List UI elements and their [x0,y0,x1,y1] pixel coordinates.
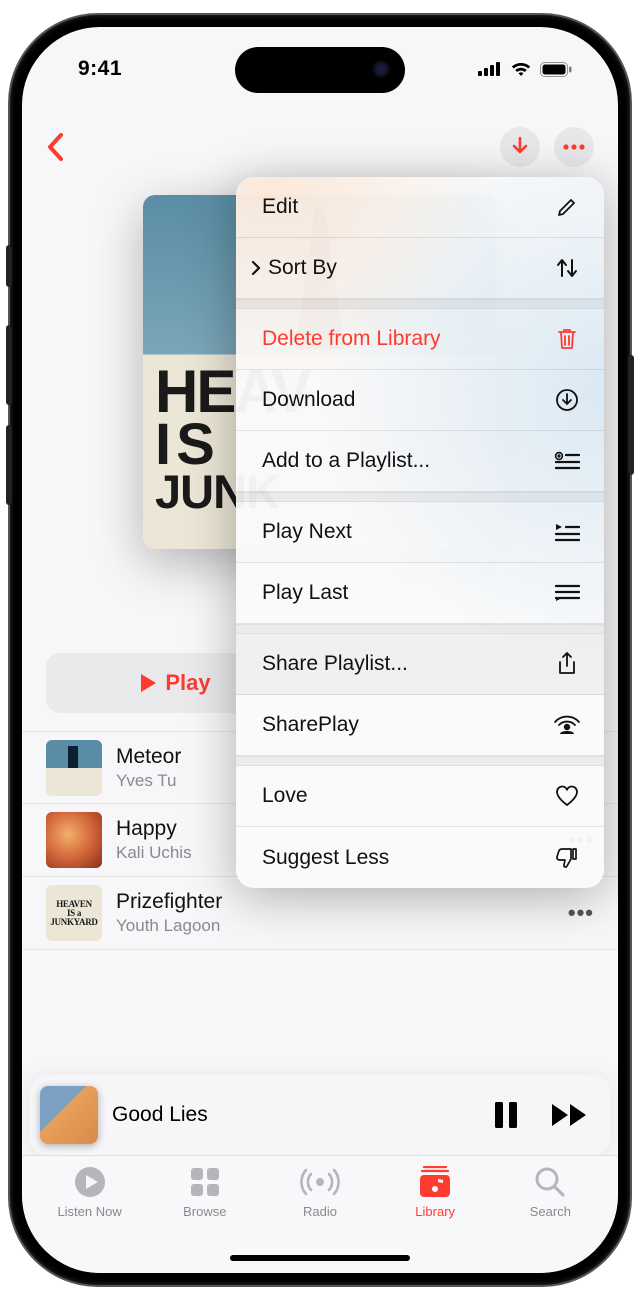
back-button[interactable] [46,132,64,162]
menu-share-playlist[interactable]: Share Playlist... [236,634,604,695]
tab-search[interactable]: Search [499,1164,601,1273]
pencil-icon [552,196,582,218]
grid-icon [189,1164,221,1200]
track-more-icon[interactable]: ••• [568,900,594,926]
menu-add-playlist[interactable]: Add to a Playlist... [236,431,604,492]
shareplay-icon [552,714,582,736]
menu-suggest-less[interactable]: Suggest Less [236,827,604,888]
menu-download[interactable]: Download [236,370,604,431]
battery-icon [540,62,572,77]
nav-bar [22,117,618,177]
sort-arrows-icon [552,257,582,279]
menu-edit[interactable]: Edit [236,177,604,238]
home-indicator[interactable] [230,1255,410,1261]
cellular-icon [478,62,502,76]
track-title: Prizefighter [116,890,554,914]
download-button[interactable] [500,127,540,167]
menu-sort[interactable]: Sort By [236,238,604,299]
thumbs-down-icon [552,846,582,870]
ellipsis-icon [563,144,585,150]
context-menu: Edit Sort By Delete from Library Downloa… [236,177,604,888]
trash-icon [552,327,582,351]
radio-icon [300,1164,340,1200]
now-playing-bar[interactable]: Good Lies [30,1075,610,1155]
menu-love[interactable]: Love [236,766,604,827]
add-playlist-icon [552,451,582,471]
chevron-right-icon [246,258,266,278]
now-playing-artwork [40,1086,98,1144]
heart-icon [552,785,582,807]
track-artwork [46,740,102,796]
menu-play-last[interactable]: Play Last [236,563,604,624]
play-next-icon [552,522,582,542]
wifi-icon [510,61,532,77]
play-label: Play [165,670,210,696]
tab-listen-now[interactable]: Listen Now [39,1164,141,1273]
more-button[interactable] [554,127,594,167]
status-time: 9:41 [78,57,122,81]
play-last-icon [552,583,582,603]
play-circle-icon [73,1164,107,1200]
menu-play-next[interactable]: Play Next [236,502,604,563]
track-artwork [46,812,102,868]
forward-button[interactable] [550,1102,590,1128]
now-playing-title: Good Lies [112,1103,478,1127]
library-icon [418,1164,452,1200]
play-icon [139,673,157,693]
share-icon [552,651,582,677]
pause-button[interactable] [492,1100,520,1130]
menu-shareplay[interactable]: SharePlay [236,695,604,756]
menu-delete[interactable]: Delete from Library [236,309,604,370]
download-arrow-icon [509,136,531,158]
download-circle-icon [552,388,582,412]
dynamic-island [235,47,405,93]
track-artist: Youth Lagoon [116,916,554,936]
track-artwork: HEAVENIS aJUNKYARD [46,885,102,941]
search-icon [534,1164,566,1200]
